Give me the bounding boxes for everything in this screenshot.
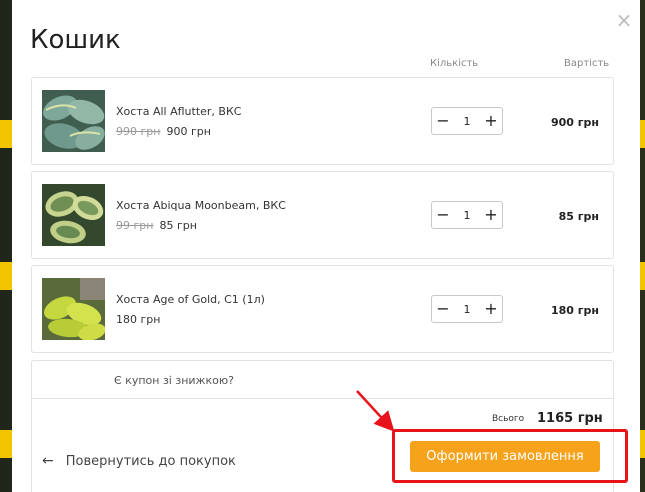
product-name[interactable]: Хоста Age of Gold, С1 (1л): [116, 293, 265, 306]
divider: [32, 398, 613, 399]
current-price: 180 грн: [116, 313, 161, 326]
total-value: 1165 грн: [537, 411, 603, 426]
product-image[interactable]: [42, 184, 105, 246]
old-price: 990 грн: [116, 125, 161, 138]
close-icon[interactable]: ×: [614, 10, 634, 30]
back-to-shopping-link[interactable]: ← Повернутись до покупок: [42, 453, 236, 469]
old-price: 99 грн: [116, 219, 154, 232]
quantity-stepper: − 1 +: [431, 295, 503, 323]
quantity-value[interactable]: 1: [454, 209, 480, 222]
minus-icon[interactable]: −: [432, 202, 454, 228]
cart-modal: × Кошик Кількість Вартість Хоста All Afl…: [12, 0, 640, 492]
quantity-stepper: − 1 +: [431, 107, 503, 135]
current-price: 85 грн: [159, 219, 197, 232]
product-name[interactable]: Хоста All Aflutter, ВКС: [116, 105, 241, 118]
column-header-quantity: Кількість: [430, 58, 479, 69]
cart-item: Хоста All Aflutter, ВКС 990 грн 900 грн −…: [31, 77, 614, 165]
coupon-link[interactable]: Є купон зі знижкою?: [114, 374, 234, 387]
back-link-label: Повернутись до покупок: [65, 453, 236, 469]
cart-item: Хоста Abiqua Moonbeam, ВКС 99 грн 85 грн …: [31, 171, 614, 259]
cart-title: Кошик: [30, 25, 121, 55]
total-label: Всього: [492, 414, 525, 424]
checkout-button[interactable]: Оформити замовлення: [410, 441, 600, 472]
product-prices: 990 грн 900 грн: [116, 125, 211, 138]
background-left-strip: [0, 0, 12, 492]
column-header-total: Вартість: [564, 58, 610, 69]
plus-icon[interactable]: +: [480, 202, 502, 228]
product-image[interactable]: [42, 278, 105, 340]
minus-icon[interactable]: −: [432, 296, 454, 322]
plus-icon[interactable]: +: [480, 296, 502, 322]
line-total: 180 грн: [550, 304, 599, 317]
line-total: 85 грн: [558, 210, 599, 223]
product-prices: 99 грн 85 грн: [116, 219, 197, 232]
cart-item: Хоста Age of Gold, С1 (1л) 180 грн − 1 +…: [31, 265, 614, 353]
quantity-stepper: − 1 +: [431, 201, 503, 229]
line-total: 900 грн: [550, 116, 599, 129]
quantity-value[interactable]: 1: [454, 115, 480, 128]
product-name[interactable]: Хоста Abiqua Moonbeam, ВКС: [116, 199, 286, 212]
plus-icon[interactable]: +: [480, 108, 502, 134]
minus-icon[interactable]: −: [432, 108, 454, 134]
arrow-left-icon: ←: [42, 453, 54, 469]
product-prices: 180 грн: [116, 313, 160, 326]
current-price: 900 грн: [166, 125, 211, 138]
product-image[interactable]: [42, 90, 105, 152]
quantity-value[interactable]: 1: [454, 303, 480, 316]
